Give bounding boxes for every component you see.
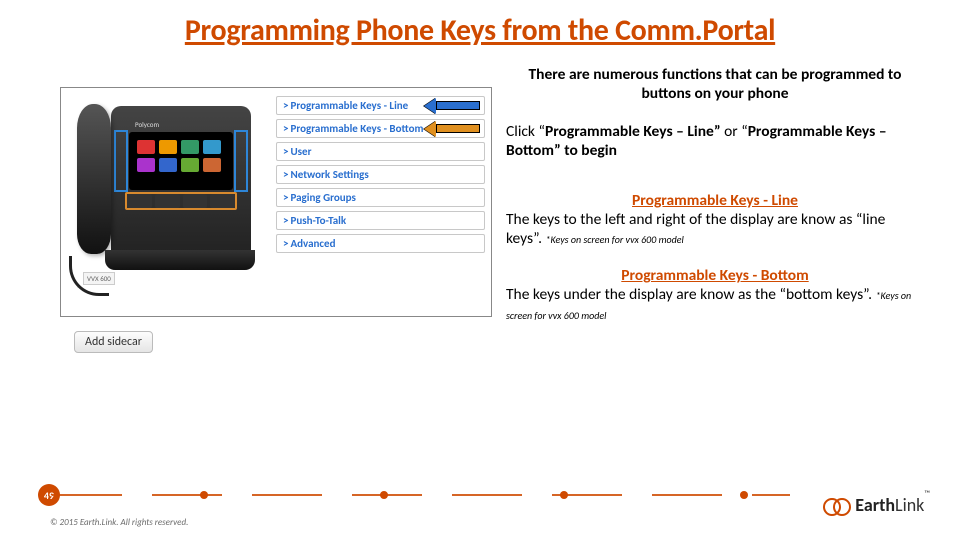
menu-item-prog-keys-bottom[interactable]: >Programmable Keys - Bottom	[276, 119, 485, 138]
footer-dot	[560, 491, 568, 499]
intro-text: There are numerous functions that can be…	[500, 65, 930, 122]
phone-base	[105, 250, 255, 270]
phone-model-label: VVX 600	[83, 272, 115, 285]
callout-arrow-blue	[424, 98, 480, 114]
menu-item-paging-groups[interactable]: >Paging Groups	[276, 188, 485, 207]
earthlink-logo: EarthLink™	[823, 494, 930, 516]
menu-item-advanced[interactable]: >Advanced	[276, 234, 485, 253]
slide-title: Programming Phone Keys from the Comm.Por…	[0, 0, 960, 57]
bottom-keys-highlight	[125, 192, 237, 210]
copyright-text: © 2015 Earth.Link. All rights reserved.	[50, 517, 188, 528]
menu-item-network-settings[interactable]: >Network Settings	[276, 165, 485, 184]
footer-dot	[380, 491, 388, 499]
commportal-screenshot: Polycom VVX 600 >Programmable Keys - Lin…	[60, 87, 492, 317]
footer-divider	[52, 494, 790, 496]
section-body-line: The keys to the left and right of the di…	[500, 210, 930, 267]
handset	[77, 104, 111, 254]
phone-illustration: Polycom VVX 600	[71, 98, 261, 308]
menu-item-user[interactable]: >User	[276, 142, 485, 161]
click-instruction: Click “Programmable Keys – Line” or “Pro…	[500, 122, 930, 191]
logo-mark-icon	[823, 496, 849, 514]
fineprint-line: *Keys on screen for vvx 600 model	[546, 233, 684, 246]
menu-item-prog-keys-line[interactable]: >Programmable Keys - Line	[276, 96, 485, 115]
section-body-bottom: The keys under the display are know as t…	[500, 285, 930, 342]
section-heading-line: Programmable Keys - Line	[500, 191, 930, 210]
portal-menu: >Programmable Keys - Line >Programmable …	[276, 96, 485, 257]
add-sidecar-button[interactable]: Add sidecar	[74, 331, 153, 353]
line-keys-highlight-left	[114, 130, 128, 192]
line-keys-highlight-right	[234, 130, 248, 192]
footer-dot	[200, 491, 208, 499]
footer-dot	[740, 491, 748, 499]
instructions-panel: There are numerous functions that can be…	[500, 57, 930, 353]
menu-item-push-to-talk[interactable]: >Push-To-Talk	[276, 211, 485, 230]
phone-brand-label: Polycom	[135, 120, 159, 129]
section-heading-bottom: Programmable Keys - Bottom	[500, 266, 930, 285]
screenshot-panel: Polycom VVX 600 >Programmable Keys - Lin…	[20, 57, 500, 353]
callout-arrow-orange	[424, 121, 480, 137]
phone-screen	[129, 132, 233, 190]
footer: 49 © 2015 Earth.Link. All rights reserve…	[0, 482, 960, 540]
